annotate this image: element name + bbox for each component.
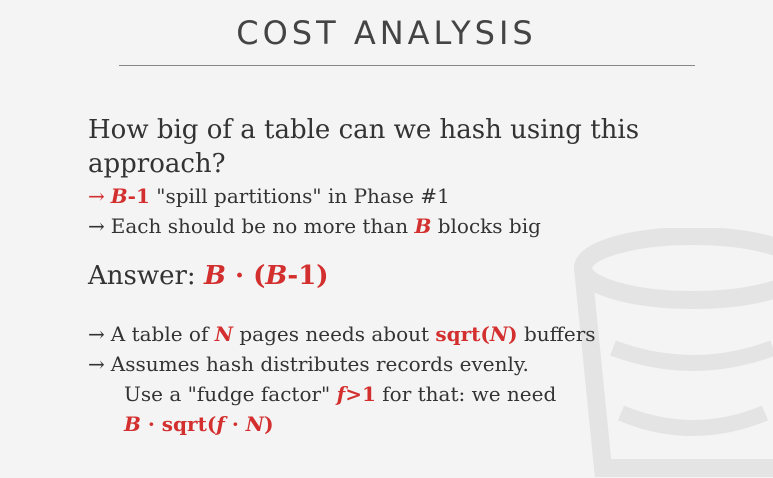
answer-open: ( <box>253 261 266 291</box>
bullet-blocks-big: → Each should be no more than B blocks bi… <box>88 211 688 241</box>
bullet-text: "spill partitions" in Phase #1 <box>149 184 450 208</box>
sqrt-n: N <box>489 322 509 346</box>
bullet-sqrt-buffers: → A table of N pages needs about sqrt(N) … <box>88 319 688 349</box>
bullet-text-a: Each should be no more than <box>110 214 415 238</box>
answer-tail: -1) <box>287 261 329 291</box>
arrow-icon: → <box>88 352 105 376</box>
answer-label: Answer: <box>88 261 204 291</box>
bullet-fudge-factor-line-2: Use a "fudge factor" f>1 for that: we ne… <box>88 379 688 409</box>
n-variable: N <box>214 322 234 346</box>
b-variable: B <box>414 214 432 238</box>
f-variable: f <box>336 382 346 406</box>
title-divider <box>119 65 695 66</box>
gt-one: >1 <box>345 382 376 406</box>
formula-n: N <box>245 412 265 436</box>
bullet-text-b: pages needs about <box>233 322 436 346</box>
arrow-icon: → <box>88 184 105 208</box>
bullet-text-b: blocks big <box>431 214 541 238</box>
bullet-text-a: A table of <box>110 322 215 346</box>
formula-line: B · sqrt(f · N) <box>88 409 688 439</box>
slide-title: COST ANALYSIS <box>236 14 537 52</box>
bullet-text-c: buffers <box>517 322 596 346</box>
bullet-fudge-factor: → Assumes hash distributes records evenly… <box>88 349 688 379</box>
bullet-spill-partitions: → B-1 "spill partitions" in Phase #1 <box>88 181 688 211</box>
bullet-line-2a: Use a "fudge factor" <box>124 382 337 406</box>
bullet-line-1: Assumes hash distributes records evenly. <box>110 352 529 376</box>
formula-dot-2: · <box>224 412 246 436</box>
answer-dot: · <box>225 261 254 291</box>
formula-sqrt: sqrt( <box>161 412 217 436</box>
b-variable: B <box>110 184 128 208</box>
answer-line: Answer: B · (B-1) <box>88 259 688 293</box>
slide-body: How big of a table can we hash using thi… <box>88 113 688 439</box>
arrow-icon: → <box>88 214 105 238</box>
question-text: How big of a table can we hash using thi… <box>88 113 688 181</box>
formula-close: ) <box>264 412 274 436</box>
bullet-line-2b: for that: we need <box>375 382 557 406</box>
formula-f: f <box>216 412 225 436</box>
formula-dot: · <box>140 412 162 436</box>
question-line-2: approach? <box>88 149 226 179</box>
minus-one: -1 <box>127 184 150 208</box>
arrow-icon: → <box>88 322 105 346</box>
answer-b2: B <box>265 261 288 291</box>
question-line-1: How big of a table can we hash using thi… <box>88 115 640 145</box>
sqrt-close: ) <box>508 322 518 346</box>
answer-b1: B <box>203 261 226 291</box>
formula-b: B <box>124 412 141 436</box>
sqrt-open: sqrt( <box>435 322 490 346</box>
